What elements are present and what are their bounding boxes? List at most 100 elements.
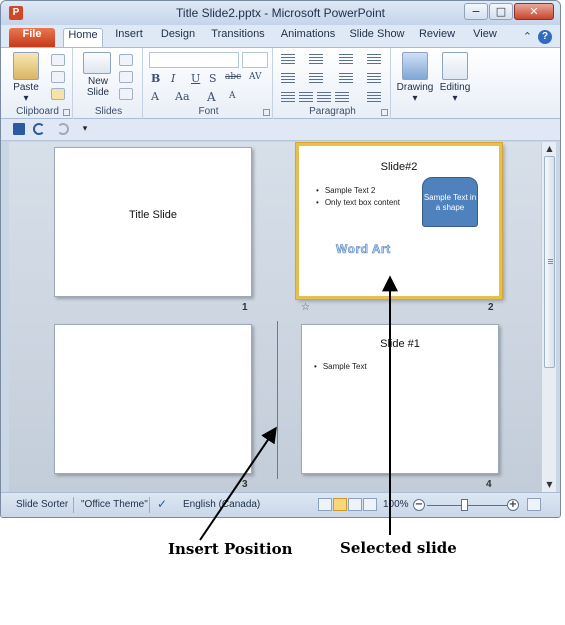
shadow-button[interactable]: S xyxy=(209,72,217,85)
align-left-icon[interactable] xyxy=(281,92,295,102)
font-family-dropdown[interactable] xyxy=(149,52,239,68)
zoom-out-button[interactable]: − xyxy=(413,499,425,511)
group-slides: New Slide Slides xyxy=(75,48,143,119)
tab-file[interactable]: File xyxy=(9,28,55,47)
tab-transitions[interactable]: Transitions xyxy=(207,28,269,47)
ribbon-home: Paste ▾ Clipboard New Slide Slides B I U… xyxy=(1,47,560,119)
slides-group-label: Slides xyxy=(94,106,123,117)
slide-number: 4 xyxy=(486,479,492,490)
fit-to-window-icon[interactable] xyxy=(527,498,541,511)
bullet-item: Only text box content xyxy=(316,198,400,207)
font-color-button[interactable]: A xyxy=(151,90,159,103)
clipboard-dialog-launcher-icon[interactable] xyxy=(63,109,70,116)
character-spacing-button[interactable]: AV xyxy=(249,72,262,82)
language[interactable]: English (Canada) xyxy=(183,499,260,510)
tab-animations[interactable]: Animations xyxy=(277,28,339,47)
redo-icon[interactable] xyxy=(57,123,69,135)
vertical-scrollbar[interactable]: ▲ ▼ xyxy=(541,142,556,492)
chevron-down-icon: ▾ xyxy=(412,93,418,104)
zoom-level[interactable]: 100% xyxy=(383,499,409,510)
change-case-button[interactable]: Aa xyxy=(175,90,190,103)
bold-button[interactable]: B xyxy=(151,72,160,85)
collapse-ribbon-icon[interactable]: ⌃ xyxy=(523,30,532,44)
slide-section-icon[interactable] xyxy=(119,88,133,100)
tab-view[interactable]: View xyxy=(467,28,503,47)
underline-button[interactable]: U xyxy=(191,72,200,85)
line-spacing-icon[interactable] xyxy=(281,73,295,83)
slide-layout-icon[interactable] xyxy=(119,54,133,66)
reading-view-icon[interactable] xyxy=(348,498,362,511)
editing-label: Editing xyxy=(439,82,471,93)
shrink-font-button[interactable]: A xyxy=(229,91,236,101)
rounded-shape: Sample Text in a shape xyxy=(422,177,478,227)
normal-view-icon[interactable] xyxy=(318,498,332,511)
tab-design[interactable]: Design xyxy=(157,28,199,47)
zoom-slider-thumb[interactable] xyxy=(461,499,468,511)
scroll-down-icon[interactable]: ▼ xyxy=(542,478,557,492)
font-size-dropdown[interactable] xyxy=(242,52,268,68)
justify-icon[interactable] xyxy=(335,92,349,102)
save-icon[interactable] xyxy=(13,123,25,135)
paragraph-dialog-launcher-icon[interactable] xyxy=(381,109,388,116)
cut-icon[interactable] xyxy=(51,54,65,66)
group-font: B I U S abc AV A Aa A A Font xyxy=(145,48,273,119)
numbering-icon[interactable] xyxy=(309,54,323,64)
grow-font-button[interactable]: A xyxy=(207,90,216,104)
font-dialog-launcher-icon[interactable] xyxy=(263,109,270,116)
align-right-icon[interactable] xyxy=(317,92,331,102)
align-text-icon[interactable] xyxy=(367,73,381,83)
grip-icon xyxy=(548,259,553,265)
slide-number: 2 xyxy=(488,302,494,313)
align-center-icon[interactable] xyxy=(299,92,313,102)
binoculars-icon xyxy=(442,52,468,80)
bullets-icon[interactable] xyxy=(281,54,295,64)
slide-thumbnail-3[interactable] xyxy=(54,324,252,474)
paste-button[interactable]: Paste ▾ xyxy=(9,52,43,104)
decrease-indent-icon[interactable] xyxy=(339,54,353,64)
scroll-thumb[interactable] xyxy=(544,156,555,368)
shapes-icon xyxy=(402,52,428,80)
drawing-button[interactable]: Drawing ▾ xyxy=(395,52,435,104)
new-slide-button[interactable]: New Slide xyxy=(81,52,113,98)
columns-icon[interactable] xyxy=(339,73,353,83)
copy-icon[interactable] xyxy=(51,71,65,83)
customize-toolbar-icon[interactable]: ▾ xyxy=(79,123,91,135)
window-controls: − □ ✕ xyxy=(464,3,554,20)
clipboard-icon xyxy=(13,52,39,80)
view-name: Slide Sorter xyxy=(16,499,69,510)
slide-thumbnail-1[interactable]: Title Slide xyxy=(54,147,252,297)
increase-indent-icon[interactable] xyxy=(309,73,323,83)
slide-sorter-pane: Title Slide 1 Slide#2 Sample Text 2 Only… xyxy=(9,142,541,492)
ribbon-tab-bar: File Home Insert Design Transitions Anim… xyxy=(1,25,560,47)
tab-review[interactable]: Review xyxy=(415,28,459,47)
minimize-button[interactable]: − xyxy=(464,3,488,20)
reset-slide-icon[interactable] xyxy=(119,71,133,83)
paste-label: Paste xyxy=(13,82,39,93)
tab-insert[interactable]: Insert xyxy=(109,28,149,47)
font-group-label: Font xyxy=(198,106,219,117)
italic-button[interactable]: I xyxy=(171,72,175,85)
tab-slide-show[interactable]: Slide Show xyxy=(347,28,407,47)
editing-button[interactable]: Editing ▾ xyxy=(437,52,473,104)
new-slide-label: New Slide xyxy=(86,76,110,98)
slide-thumbnail-2[interactable]: Slide#2 Sample Text 2 Only text box cont… xyxy=(296,143,502,299)
slide-thumbnail-4[interactable]: Slide #1 Sample Text xyxy=(301,324,499,474)
zoom-in-button[interactable]: + xyxy=(507,499,519,511)
drawing-label: Drawing xyxy=(396,82,434,93)
theme-name[interactable]: "Office Theme" xyxy=(81,499,148,510)
bullet-item: Sample Text xyxy=(314,362,367,371)
strikethrough-button[interactable]: abc xyxy=(225,72,241,82)
maximize-button[interactable]: □ xyxy=(489,3,513,20)
status-divider xyxy=(73,497,74,513)
text-direction-icon[interactable] xyxy=(367,54,381,64)
format-painter-icon[interactable] xyxy=(51,88,65,100)
close-button[interactable]: ✕ xyxy=(514,3,554,20)
scroll-up-icon[interactable]: ▲ xyxy=(542,142,557,156)
slide-show-view-icon[interactable] xyxy=(363,498,377,511)
help-icon[interactable]: ? xyxy=(538,30,552,44)
proofing-icon[interactable]: ✓ xyxy=(157,497,167,511)
tab-home[interactable]: Home xyxy=(63,28,103,47)
undo-icon[interactable] xyxy=(33,123,45,135)
slide-sorter-view-icon[interactable] xyxy=(333,498,347,511)
smartart-icon[interactable] xyxy=(367,92,381,102)
